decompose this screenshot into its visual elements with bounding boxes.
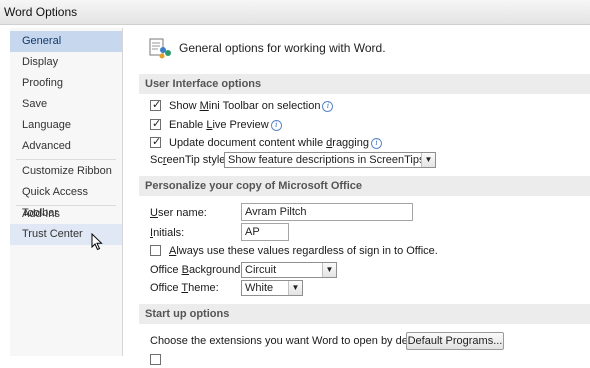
office-background-value: Circuit	[245, 264, 277, 276]
office-background-label-accel: B	[181, 264, 189, 276]
user-name-label-accel: U	[150, 207, 158, 219]
general-options-icon	[149, 38, 171, 59]
always-use-values-checkbox[interactable]	[150, 245, 161, 256]
user-name-field[interactable]: Avram Piltch	[241, 203, 413, 221]
info-icon[interactable]: i	[370, 138, 382, 149]
page-heading: General options for working with Word.	[179, 41, 386, 55]
sidebar-item-trust-center[interactable]: Trust Center	[10, 224, 122, 245]
update-dragging-checkbox[interactable]: ✓	[150, 136, 162, 148]
extensions-label: Choose the extensions you want Word to o…	[150, 335, 432, 347]
options-sidebar: General Display Proofing Save Language A…	[10, 28, 123, 356]
office-theme-label-pre: Office	[150, 282, 182, 294]
sidebar-divider	[16, 159, 116, 160]
chevron-down-icon[interactable]: ▼	[288, 281, 302, 295]
user-name-label: User name:	[150, 205, 207, 221]
mouse-pointer-icon	[91, 233, 103, 251]
live-preview-label-pre: Enable	[169, 119, 207, 131]
mini-toolbar-label-accel: M	[199, 100, 209, 112]
initials-label: Initials:	[150, 225, 184, 241]
office-theme-label-post: heme:	[188, 282, 219, 294]
sidebar-item-general[interactable]: General	[10, 31, 122, 52]
office-background-label-pre: Office	[150, 264, 182, 276]
sidebar-item-add-ins[interactable]: Add-Ins	[10, 204, 122, 225]
section-heading-startup: Start up options	[139, 304, 590, 324]
office-theme-label: Office Theme:	[150, 280, 219, 296]
update-dragging-label-post: ragging	[332, 137, 369, 149]
info-icon[interactable]: i	[270, 120, 282, 131]
initials-field[interactable]: AP	[241, 223, 289, 241]
sidebar-item-language[interactable]: Language	[10, 115, 122, 136]
checkmark-icon: ✓	[152, 136, 162, 148]
info-icon[interactable]: i	[322, 101, 334, 112]
default-programs-button[interactable]: Default Programs...	[406, 332, 504, 350]
sidebar-item-proofing[interactable]: Proofing	[10, 73, 122, 94]
update-dragging-label-pre: Update document content while	[169, 137, 327, 149]
section-heading-ui-options: User Interface options	[139, 74, 590, 94]
office-background-label-post: ackground:	[188, 264, 244, 276]
mini-toolbar-label-post: ini Toolbar on selection	[208, 100, 321, 112]
always-use-label-post: lways use these values regardless of sig…	[176, 245, 438, 257]
office-theme-select[interactable]: White ▼	[241, 280, 303, 296]
user-name-label-post: ser name:	[157, 207, 207, 219]
screentip-label-post: eenTip style:	[166, 154, 229, 166]
chevron-down-icon[interactable]: ▼	[322, 263, 336, 277]
window-title: Word Options	[4, 5, 78, 19]
chevron-down-icon[interactable]: ▼	[421, 153, 435, 167]
screentip-style-value: Show feature descriptions in ScreenTips	[228, 154, 425, 166]
screentip-label-pre: Sc	[150, 154, 163, 166]
screentip-style-select[interactable]: Show feature descriptions in ScreenTips …	[224, 152, 436, 168]
options-main-pane: General options for working with Word. U…	[131, 28, 590, 365]
sidebar-item-save[interactable]: Save	[10, 94, 122, 115]
office-background-label: Office Background:	[150, 262, 243, 278]
live-preview-checkbox[interactable]: ✓	[150, 118, 162, 130]
checkmark-icon: ✓	[152, 99, 162, 111]
sidebar-item-advanced[interactable]: Advanced	[10, 136, 122, 157]
window-titlebar: Word Options	[0, 0, 590, 25]
section-heading-personalize: Personalize your copy of Microsoft Offic…	[139, 176, 590, 196]
checkmark-icon: ✓	[152, 118, 162, 130]
office-background-select[interactable]: Circuit ▼	[241, 262, 337, 278]
sidebar-item-quick-access-toolbar[interactable]: Quick Access Toolbar	[10, 182, 122, 219]
mini-toolbar-checkbox[interactable]: ✓	[150, 99, 162, 111]
office-theme-value: White	[245, 282, 274, 294]
sidebar-item-display[interactable]: Display	[10, 52, 122, 73]
initials-label-post: nitials:	[153, 227, 185, 239]
mini-toolbar-label-pre: Show	[169, 100, 200, 112]
live-preview-label-post: ive Preview	[212, 119, 269, 131]
screentip-style-label: ScreenTip style:	[150, 152, 228, 168]
sidebar-item-customize-ribbon[interactable]: Customize Ribbon	[10, 161, 122, 182]
